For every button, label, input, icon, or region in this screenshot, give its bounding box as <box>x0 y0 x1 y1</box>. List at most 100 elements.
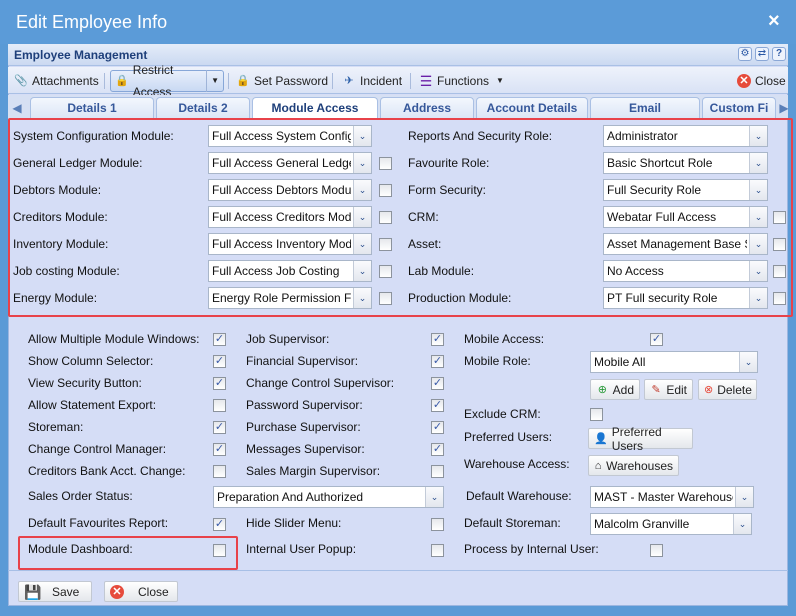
chevron-down-icon[interactable]: ⌄ <box>749 234 767 254</box>
tab-details-1[interactable]: Details 1 <box>30 97 154 119</box>
module-checkbox[interactable] <box>379 211 392 224</box>
attachments-button[interactable]: 📎 Attachments <box>10 70 103 92</box>
module-checkbox[interactable] <box>773 238 786 251</box>
module-role-select[interactable]: Energy Role Permission Full ⌄ <box>208 287 372 309</box>
module-label: Production Module: <box>408 291 512 305</box>
chevron-down-icon[interactable]: ⌄ <box>353 153 371 173</box>
option-checkbox[interactable] <box>431 465 444 478</box>
module-checkbox[interactable] <box>773 265 786 278</box>
functions-button[interactable]: ☰ Functions ▼ <box>415 70 508 92</box>
mobile-role-add-button[interactable]: ⊕ Add <box>590 379 640 400</box>
option-checkbox[interactable] <box>213 465 226 478</box>
option-checkbox[interactable]: ✓ <box>431 421 444 434</box>
restrict-access-button[interactable]: 🔒 Restrict Access ▼ <box>110 63 224 99</box>
option-label: Creditors Bank Acct. Change: <box>28 464 186 478</box>
tab-module-access[interactable]: Module Access <box>252 97 378 119</box>
chevron-down-icon[interactable]: ⌄ <box>749 288 767 308</box>
default-favourites-report-checkbox[interactable]: ✓ <box>213 518 226 531</box>
chevron-down-icon[interactable]: ⌄ <box>749 261 767 281</box>
module-role-select[interactable]: Full Access Debtors Module ⌄ <box>208 179 372 201</box>
module-checkbox[interactable] <box>379 238 392 251</box>
tab-scroll-left-icon[interactable]: ◀ <box>10 99 24 117</box>
module-role-select[interactable]: Full Access System Config ⌄ <box>208 125 372 147</box>
option-checkbox[interactable]: ✓ <box>431 333 444 346</box>
default-storeman-select[interactable]: Malcolm Granville ⌄ <box>590 513 752 535</box>
default-warehouse-select[interactable]: MAST - Master Warehouse ⌄ <box>590 486 754 508</box>
refresh-icon[interactable]: ⇄ <box>755 47 769 61</box>
chevron-down-icon[interactable]: ⌄ <box>749 153 767 173</box>
exclude-crm-checkbox[interactable] <box>590 408 603 421</box>
tab-email[interactable]: Email <box>590 97 700 119</box>
chevron-down-icon[interactable]: ⌄ <box>733 514 751 534</box>
incident-button[interactable]: ✈ Incident <box>338 70 406 92</box>
chevron-down-icon[interactable]: ⌄ <box>353 234 371 254</box>
chevron-down-icon[interactable]: ⌄ <box>749 207 767 227</box>
option-checkbox[interactable]: ✓ <box>431 355 444 368</box>
process-by-internal-user-checkbox[interactable] <box>650 544 663 557</box>
selected-value: Full Access Job Costing <box>212 264 340 278</box>
module-checkbox[interactable] <box>773 211 786 224</box>
option-checkbox[interactable]: ✓ <box>213 421 226 434</box>
help-icon[interactable]: ? <box>772 47 786 61</box>
module-checkbox[interactable] <box>379 292 392 305</box>
module-role-select[interactable]: Basic Shortcut Role ⌄ <box>603 152 768 174</box>
module-role-select[interactable]: Asset Management Base Security⌄ <box>603 233 768 255</box>
option-checkbox[interactable] <box>213 399 226 412</box>
tab-account-details[interactable]: Account Details <box>476 97 588 119</box>
hide-slider-menu-checkbox[interactable] <box>431 518 444 531</box>
mobile-role-select[interactable]: Mobile All ⌄ <box>590 351 758 373</box>
option-label: Allow Multiple Module Windows: <box>28 332 200 346</box>
chevron-down-icon[interactable]: ⌄ <box>735 487 753 507</box>
option-checkbox[interactable]: ✓ <box>431 399 444 412</box>
module-checkbox[interactable] <box>379 184 392 197</box>
tab-custom-fi[interactable]: Custom Fi <box>702 97 776 119</box>
toolbar-close-button[interactable]: ✕ Close <box>733 70 790 92</box>
chevron-down-icon[interactable]: ⌄ <box>425 487 443 507</box>
mobile-role-edit-button[interactable]: ✎ Edit <box>644 379 693 400</box>
toolbar-separator <box>104 73 105 89</box>
module-checkbox[interactable] <box>773 292 786 305</box>
chevron-down-icon[interactable]: ⌄ <box>353 261 371 281</box>
module-checkbox[interactable] <box>379 157 392 170</box>
save-button[interactable]: 💾 Save <box>18 581 92 602</box>
module-role-select[interactable]: Full Access Creditors Module⌄ <box>208 206 372 228</box>
toolbar-separator <box>228 73 229 89</box>
module-role-select[interactable]: Administrator ⌄ <box>603 125 768 147</box>
module-role-select[interactable]: Webatar Full Access ⌄ <box>603 206 768 228</box>
warehouses-button[interactable]: ⌂ Warehouses <box>588 455 679 476</box>
module-checkbox[interactable] <box>379 265 392 278</box>
tab-scroll-right-icon[interactable]: ▶ <box>777 99 791 117</box>
tab-address[interactable]: Address <box>380 97 474 119</box>
module-role-select[interactable]: Full Access Job Costing ⌄ <box>208 260 372 282</box>
tab-details-2[interactable]: Details 2 <box>156 97 250 119</box>
gear-icon[interactable]: ⚙ <box>738 47 752 61</box>
set-password-button[interactable]: 🔒 Set Password <box>232 70 332 92</box>
option-checkbox[interactable]: ✓ <box>213 355 226 368</box>
option-checkbox[interactable]: ✓ <box>431 377 444 390</box>
module-role-select[interactable]: Full Access General Ledger ⌄ <box>208 152 372 174</box>
module-role-select[interactable]: No Access ⌄ <box>603 260 768 282</box>
selected-value: Full Access System Config <box>212 129 351 143</box>
internal-user-popup-checkbox[interactable] <box>431 544 444 557</box>
chevron-down-icon[interactable]: ⌄ <box>353 207 371 227</box>
chevron-down-icon[interactable]: ⌄ <box>353 180 371 200</box>
chevron-down-icon[interactable]: ⌄ <box>749 180 767 200</box>
window-close-icon[interactable]: × <box>768 10 780 33</box>
chevron-down-icon[interactable]: ⌄ <box>353 288 371 308</box>
option-checkbox[interactable]: ✓ <box>213 377 226 390</box>
mobile-access-checkbox[interactable]: ✓ <box>650 333 663 346</box>
mobile-role-delete-button[interactable]: ⊗ Delete <box>698 379 757 400</box>
preferred-users-button[interactable]: 👤 Preferred Users <box>588 425 693 453</box>
chevron-down-icon[interactable]: ⌄ <box>749 126 767 146</box>
option-checkbox[interactable]: ✓ <box>213 333 226 346</box>
sales-order-status-select[interactable]: Preparation And Authorized ⌄ <box>213 486 444 508</box>
footer-close-button[interactable]: ✕ Close <box>104 581 178 602</box>
module-role-select[interactable]: Full Access Inventory Module⌄ <box>208 233 372 255</box>
module-role-select[interactable]: Full Security Role ⌄ <box>603 179 768 201</box>
module-role-select[interactable]: PT Full security Role ⌄ <box>603 287 768 309</box>
chevron-down-icon[interactable]: ⌄ <box>739 352 757 372</box>
chevron-down-icon[interactable]: ⌄ <box>353 126 371 146</box>
option-checkbox[interactable]: ✓ <box>213 443 226 456</box>
chevron-down-icon[interactable]: ▼ <box>206 70 219 92</box>
option-checkbox[interactable]: ✓ <box>431 443 444 456</box>
